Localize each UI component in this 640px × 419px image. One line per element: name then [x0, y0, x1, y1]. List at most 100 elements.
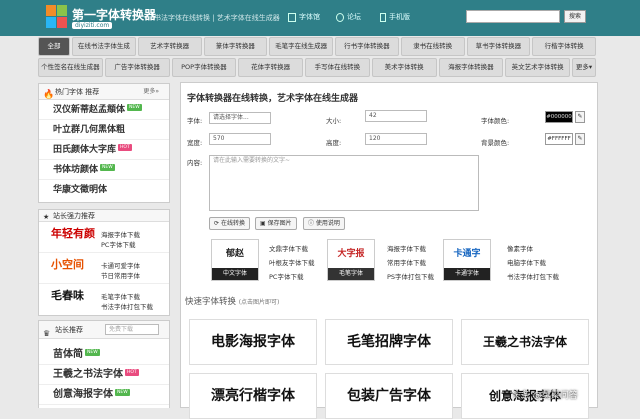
- content-label: 内容:: [187, 159, 203, 167]
- category-card-chinese[interactable]: 郁赵 中文字体: [211, 239, 259, 281]
- rec-link[interactable]: 书法字体打包下载: [101, 301, 153, 311]
- page-title: 字体转换器在线转换，艺术字体在线生成器: [187, 94, 359, 104]
- hot-fonts-panel: 🔥 热门字体 推荐 更多» 汉仪新蒂赵孟頫体 NEW 叶立群几何黑体粗 田氏颜体大…: [38, 83, 209, 203]
- quick-tile[interactable]: 漂亮行楷字体: [189, 373, 317, 419]
- nav-item[interactable]: 个性签名在线生成器: [38, 58, 103, 77]
- font-color-input[interactable]: #000000: [545, 111, 573, 123]
- logo-icon: [46, 5, 67, 28]
- nav-mobile[interactable]: 手机版: [380, 12, 410, 22]
- font-select[interactable]: 请选择字体...: [209, 112, 271, 124]
- nav-all[interactable]: 全部: [38, 37, 70, 56]
- list-item[interactable]: 华康文徵明体: [39, 180, 169, 200]
- nav-more[interactable]: 更多▾: [572, 58, 596, 77]
- nav-forum[interactable]: 论坛: [336, 12, 361, 22]
- nav-item[interactable]: 毛笔字在线生成器: [269, 37, 333, 56]
- strong-rec-panel: ★ 站长强力推荐 年轻有颜 海报字体下载 PC字体下载 小空间 卡通可爱字体 节…: [38, 209, 170, 316]
- hot-fonts-header: 🔥 热门字体 推荐 更多»: [39, 84, 169, 100]
- new-badge: NEW: [100, 164, 115, 171]
- nav-item[interactable]: 英文艺术字体转换: [505, 58, 570, 77]
- quick-tile[interactable]: 毛笔招牌字体: [325, 319, 453, 365]
- save-icon: ▣: [260, 220, 268, 227]
- convert-button[interactable]: ⟳ 在线转换: [209, 217, 250, 230]
- card-link[interactable]: 常用字体下载: [387, 257, 426, 267]
- nav-item[interactable]: 花体字转换器: [238, 58, 303, 77]
- new-badge: NEW: [115, 389, 130, 396]
- nav-item[interactable]: 手写体在线转换: [305, 58, 370, 77]
- nav-item[interactable]: 篆体字转换器: [203, 37, 268, 56]
- content-textarea[interactable]: 请在此输入需要转换的文字~: [209, 155, 479, 211]
- crown-icon: ♛: [43, 329, 51, 338]
- quick-tile[interactable]: 电影海报字体: [189, 319, 317, 365]
- rec-link[interactable]: 海报字体下载: [101, 229, 140, 239]
- hot-fonts-title: 热门字体 推荐: [55, 88, 100, 96]
- list-item[interactable]: 田氏颜体大字库 HOT: [39, 140, 169, 160]
- nav-item[interactable]: 美术字体转换: [371, 58, 437, 77]
- color-picker-icon[interactable]: ✎: [575, 111, 585, 123]
- card-caption: 卡通字体: [444, 268, 490, 280]
- card-caption: 毛笔字体: [328, 268, 374, 280]
- help-button[interactable]: ⓘ 使用说明: [303, 217, 345, 230]
- list-item[interactable]: 创意海报字体 NEW: [39, 385, 169, 405]
- nav-item[interactable]: 广告字体转换器: [104, 58, 170, 77]
- list-item[interactable]: 毛春味 毛笔字体下载 书法字体打包下载: [39, 284, 169, 315]
- webmaster-rec-title: 站长推荐: [55, 326, 83, 334]
- card-link[interactable]: 叶根友字体下载: [269, 257, 315, 267]
- list-item[interactable]: 苗体简 NEW: [39, 345, 169, 365]
- width-label: 宽度:: [187, 139, 203, 147]
- nav-item[interactable]: 行楷字体转换: [532, 37, 596, 56]
- bg-color-label: 背景颜色:: [481, 139, 510, 147]
- width-input[interactable]: 570: [209, 133, 271, 145]
- card-link[interactable]: 海报字体下载: [387, 243, 426, 253]
- bg-color-input[interactable]: #FFFFFF: [545, 133, 573, 145]
- strong-rec-title: 站长强力推荐: [53, 212, 95, 220]
- quick-tile[interactable]: 包装广告字体: [325, 373, 453, 419]
- list-item[interactable]: 叶立群几何黑体粗: [39, 120, 169, 140]
- search-button[interactable]: 搜索: [564, 10, 586, 23]
- card-caption: 中文字体: [212, 268, 258, 280]
- category-nav-row-2: 个性签名在线生成器 广告字体转换器 POP字体转换器 花体字转换器 手写体在线转…: [38, 58, 598, 77]
- nav-font-hall[interactable]: 字体馆: [288, 12, 320, 22]
- strong-rec-header: ★ 站长强力推荐: [39, 210, 169, 222]
- nav-item[interactable]: 草书字体转换器: [466, 37, 531, 56]
- list-item[interactable]: 小空间 卡通可爱字体 节日常用字体: [39, 253, 169, 284]
- font-label: 字体:: [187, 117, 203, 125]
- rec-link[interactable]: 节日常用字体: [101, 270, 140, 280]
- nav-item[interactable]: 海报字体转换器: [438, 58, 504, 77]
- category-card-cartoon[interactable]: 卡通字 卡通字体: [443, 239, 491, 281]
- site-title[interactable]: 第一字体转换器: [72, 6, 156, 23]
- card-link[interactable]: 书法字体打包下载: [507, 271, 559, 281]
- list-item[interactable]: 年轻有颜 海报字体下载 PC字体下载: [39, 222, 169, 253]
- category-card-brush[interactable]: 大字报 毛笔字体: [327, 239, 375, 281]
- card-link[interactable]: 电脑字体下载: [507, 257, 546, 267]
- site-url: diyiziti.com: [72, 22, 113, 29]
- nav-item[interactable]: 艺术字转换器: [137, 37, 202, 56]
- webmaster-search-input[interactable]: 免费下载: [105, 324, 159, 335]
- card-link[interactable]: PS字体打包下载: [387, 271, 434, 281]
- nav-item[interactable]: 行书字体转换器: [335, 37, 399, 56]
- nav-item[interactable]: 隶书在线转换: [400, 37, 465, 56]
- more-link[interactable]: 更多»: [143, 84, 159, 100]
- rec-link[interactable]: PC字体下载: [101, 239, 135, 249]
- card-art: 卡通字: [453, 249, 481, 259]
- list-item[interactable]: 书体坊颜体 NEW: [39, 160, 169, 180]
- nav-item[interactable]: POP字体转换器: [171, 58, 237, 77]
- nav-item[interactable]: 在线书法字体生成: [72, 37, 136, 56]
- phone-icon: [380, 12, 386, 22]
- rec-link[interactable]: 卡通可爱字体: [101, 260, 140, 270]
- card-link[interactable]: 文鼎字体下载: [269, 243, 308, 253]
- webmaster-rec-panel: ♛ 站长推荐 免费下载 苗体简 NEW 王羲之书法字体 HOT 创意海报字体 NEW: [38, 320, 209, 409]
- rec-link[interactable]: 毛笔字体下载: [101, 291, 140, 301]
- save-image-button[interactable]: ▣ 保存图片: [255, 217, 297, 230]
- height-label: 高度:: [326, 139, 342, 147]
- color-picker-icon[interactable]: ✎: [575, 133, 585, 145]
- height-input[interactable]: 120: [365, 133, 427, 145]
- quick-tile[interactable]: 王羲之书法字体: [461, 319, 589, 365]
- list-item[interactable]: 汉仪新蒂赵孟頫体 NEW: [39, 100, 169, 120]
- card-link[interactable]: PC字体下载: [269, 271, 303, 281]
- header-search-input[interactable]: [466, 10, 560, 23]
- font-icon: [288, 12, 296, 22]
- card-link[interactable]: 像素字体: [507, 243, 533, 253]
- list-item[interactable]: 王羲之书法字体 HOT: [39, 365, 169, 385]
- font-sample-image: 小空间: [51, 258, 84, 271]
- size-input[interactable]: 42: [365, 110, 427, 122]
